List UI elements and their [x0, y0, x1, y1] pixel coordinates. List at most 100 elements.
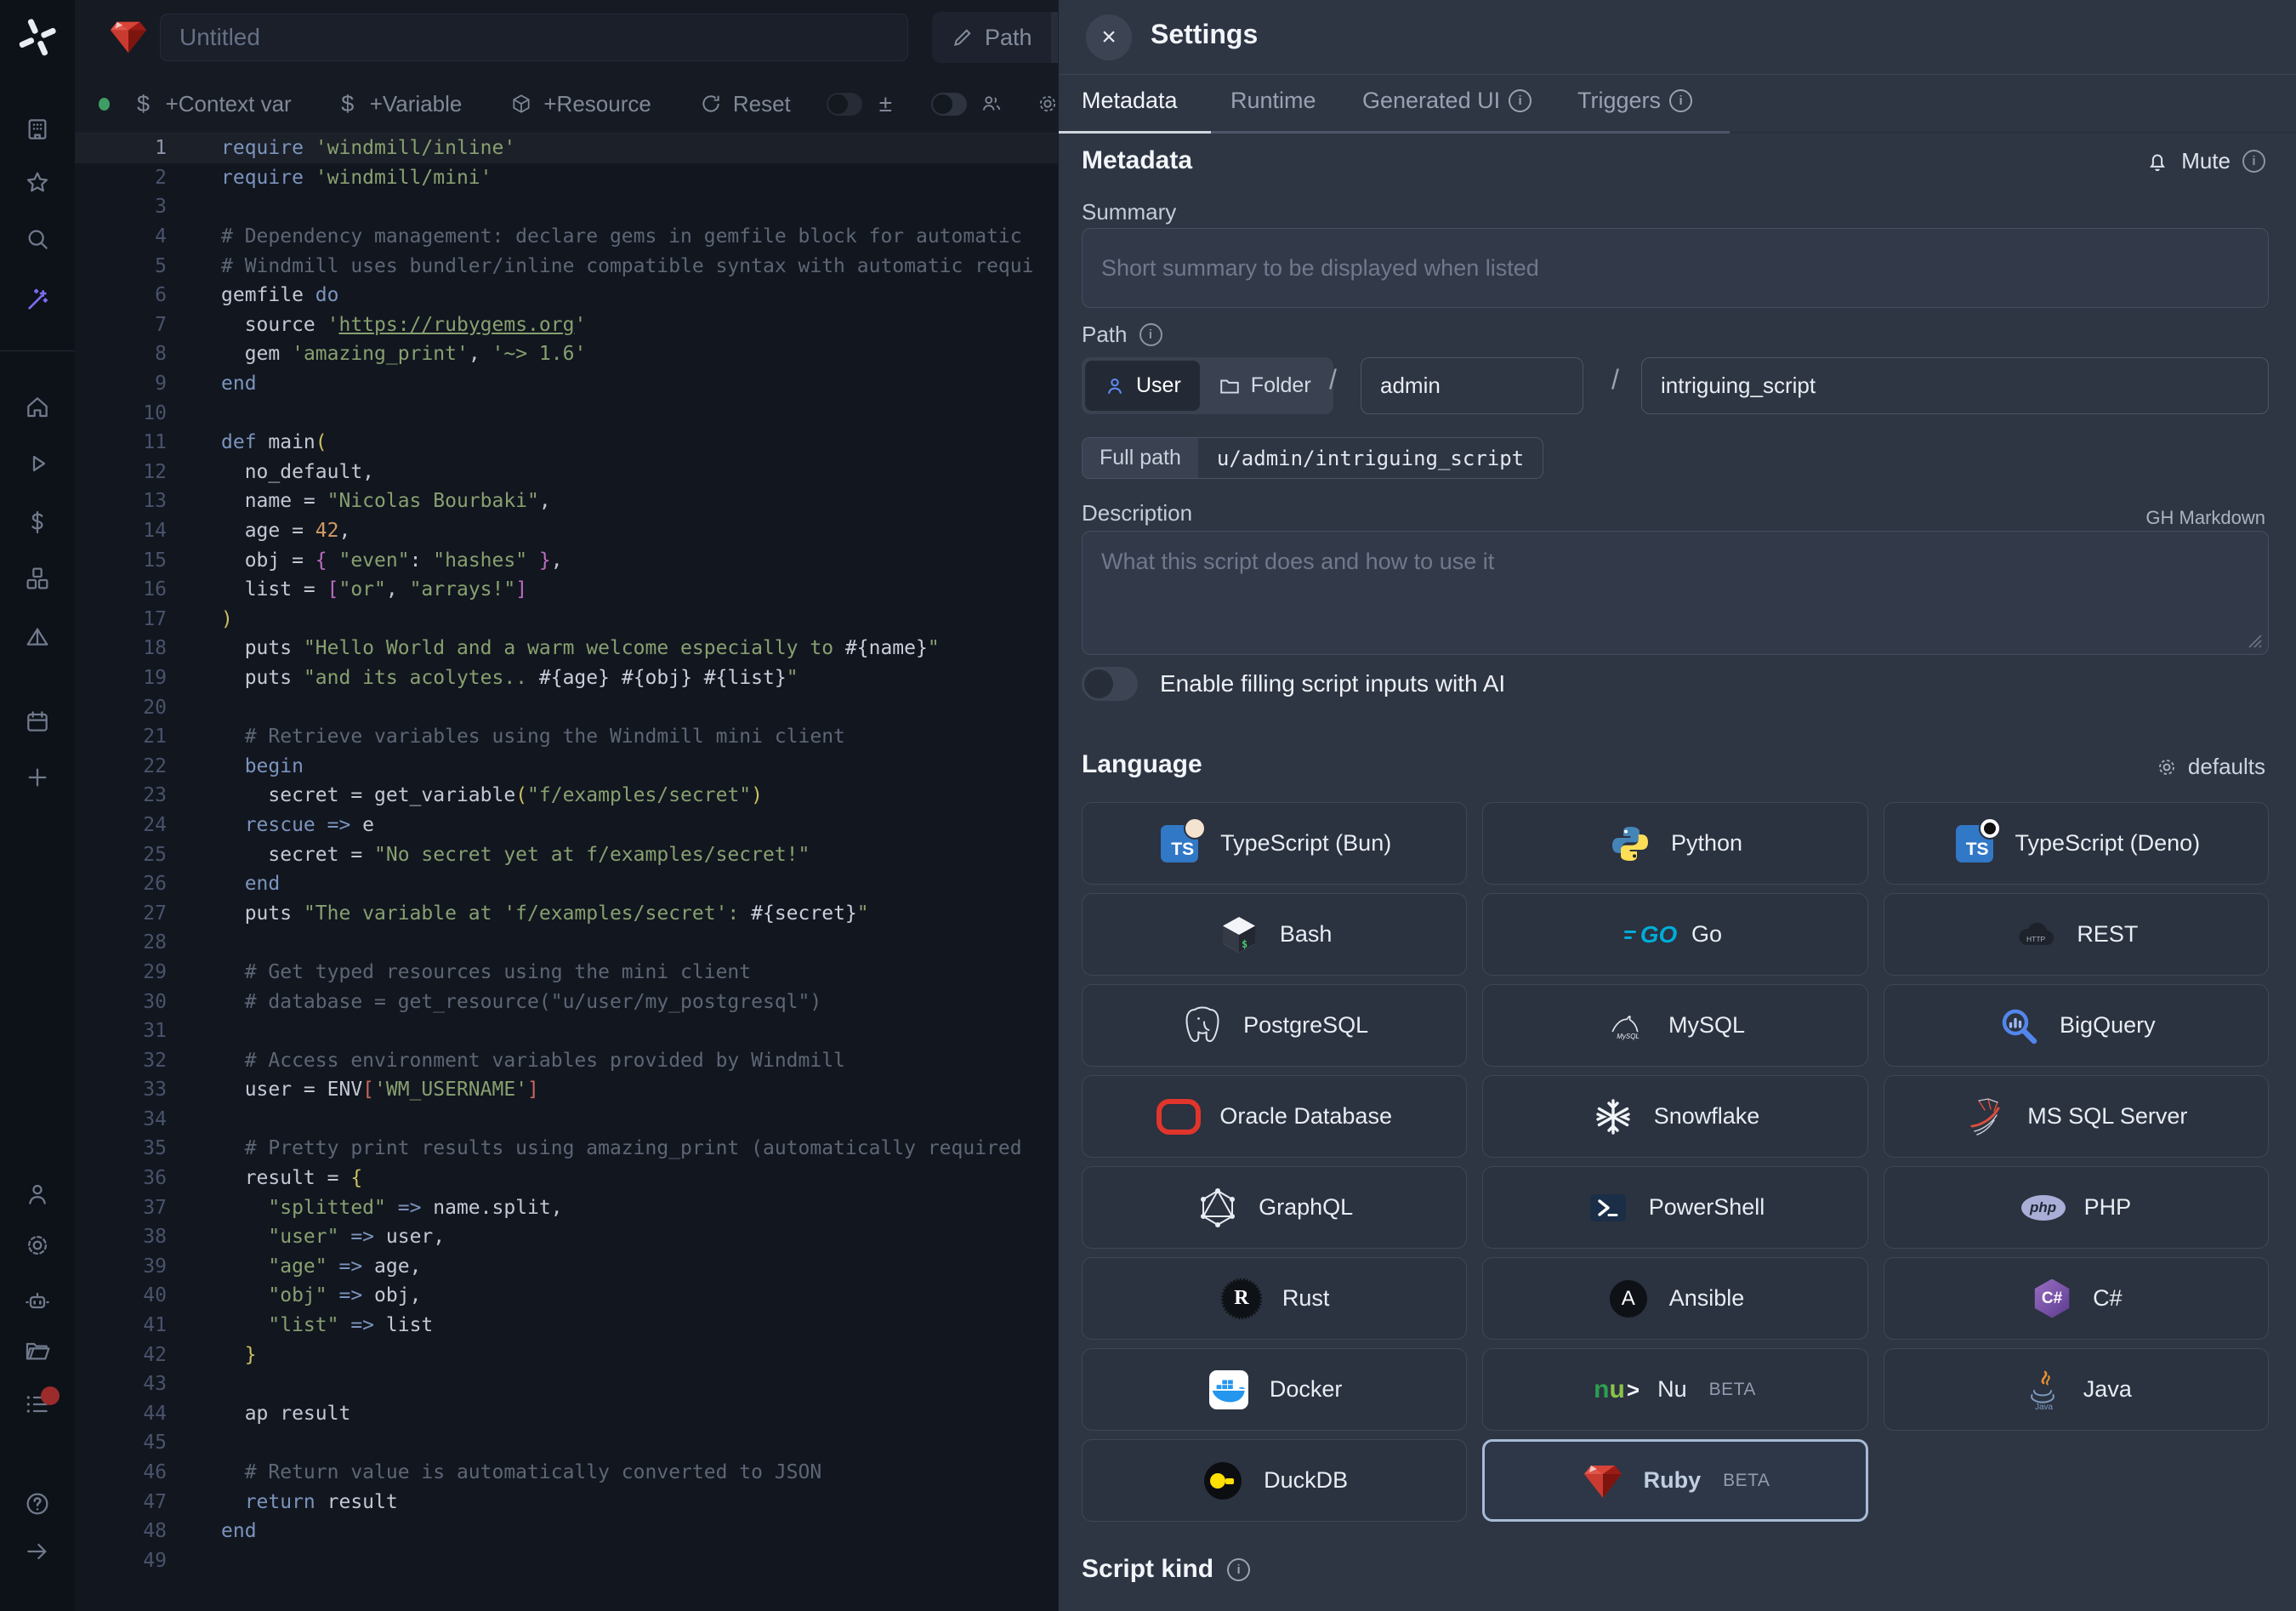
code-line[interactable]: 11def main(: [75, 428, 1059, 458]
language-card-mysql[interactable]: MySQLMySQL: [1482, 984, 1867, 1067]
windmill-logo[interactable]: [17, 17, 58, 58]
code-line[interactable]: 46 # Return value is automatically conve…: [75, 1458, 1059, 1488]
search-icon[interactable]: [24, 225, 51, 253]
editor-settings-gear-icon[interactable]: [1037, 92, 1059, 116]
code-line[interactable]: 35 # Pretty print results using amazing_…: [75, 1134, 1059, 1164]
code-line[interactable]: 39 "age" => age,: [75, 1252, 1059, 1282]
code-line[interactable]: 16 list = ["or", "arrays!"]: [75, 575, 1059, 605]
star-icon[interactable]: [24, 169, 51, 196]
code-line[interactable]: 45: [75, 1428, 1059, 1458]
help-icon[interactable]: [24, 1490, 51, 1517]
code-line[interactable]: 15 obj = { "even": "hashes" },: [75, 545, 1059, 575]
ai-inputs-toggle[interactable]: [1082, 667, 1138, 701]
language-card-python[interactable]: Python: [1482, 802, 1867, 885]
code-line[interactable]: 24 rescue => e: [75, 811, 1059, 840]
code-line[interactable]: 32 # Access environment variables provid…: [75, 1045, 1059, 1075]
code-line[interactable]: 4# Dependency management: declare gems i…: [75, 222, 1059, 252]
language-card-snowflake[interactable]: Snowflake: [1482, 1075, 1867, 1158]
language-card-typescript-deno-[interactable]: TSTypeScript (Deno): [1884, 802, 2269, 885]
language-card-java[interactable]: JavaJava: [1884, 1348, 2269, 1431]
info-icon[interactable]: i: [2242, 150, 2265, 173]
code-line[interactable]: 3: [75, 192, 1059, 222]
code-line[interactable]: 18 puts "Hello World and a warm welcome …: [75, 634, 1059, 663]
code-line[interactable]: 31: [75, 1016, 1059, 1046]
tab-triggers[interactable]: Triggersi: [1577, 88, 1692, 114]
code-line[interactable]: 19 puts "and its acolytes.. #{age} #{obj…: [75, 663, 1059, 693]
code-line[interactable]: 2require 'windmill/mini': [75, 163, 1059, 193]
language-card-bigquery[interactable]: BigQuery: [1884, 984, 2269, 1067]
folder-icon[interactable]: [24, 1337, 51, 1364]
reset-button[interactable]: Reset: [699, 91, 791, 117]
mute-control[interactable]: Mute i: [2145, 148, 2265, 174]
code-line[interactable]: 27 puts "The variable at 'f/examples/sec…: [75, 898, 1059, 928]
resize-handle-icon[interactable]: [2246, 632, 2263, 649]
language-card-ansible[interactable]: AAnsible: [1482, 1257, 1867, 1340]
code-line[interactable]: 49: [75, 1546, 1059, 1576]
info-icon[interactable]: i: [1227, 1558, 1250, 1581]
language-card-graphql[interactable]: GraphQL: [1082, 1166, 1467, 1249]
code-line[interactable]: 37 "splitted" => name.split,: [75, 1193, 1059, 1222]
building-icon[interactable]: [24, 116, 51, 143]
prism-icon[interactable]: [24, 623, 51, 651]
code-line[interactable]: 9end: [75, 369, 1059, 399]
language-card-powershell[interactable]: PowerShell: [1482, 1166, 1867, 1249]
description-textarea[interactable]: What this script does and how to use it: [1082, 531, 2269, 655]
tab-metadata[interactable]: Metadata: [1082, 88, 1178, 114]
language-card-c-[interactable]: C#C#: [1884, 1257, 2269, 1340]
owner-user-option[interactable]: User: [1085, 361, 1200, 411]
add-variable-button[interactable]: $+Variable: [336, 91, 463, 117]
language-defaults-button[interactable]: defaults: [2156, 754, 2265, 780]
language-card-go[interactable]: GOGo: [1482, 893, 1867, 976]
code-line[interactable]: 14 age = 42,: [75, 516, 1059, 546]
code-line[interactable]: 47 return result: [75, 1487, 1059, 1517]
code-line[interactable]: 34: [75, 1105, 1059, 1135]
code-line[interactable]: 26 end: [75, 869, 1059, 899]
language-card-rest[interactable]: HTTPREST: [1884, 893, 2269, 976]
cubes-icon[interactable]: [24, 565, 51, 592]
code-line[interactable]: 13 name = "Nicolas Bourbaki",: [75, 487, 1059, 516]
code-line[interactable]: 8 gem 'amazing_print', '~> 1.6': [75, 339, 1059, 369]
code-line[interactable]: 42 }: [75, 1340, 1059, 1369]
code-line[interactable]: 25 secret = "No secret yet at f/examples…: [75, 840, 1059, 869]
language-card-bash[interactable]: $Bash: [1082, 893, 1467, 976]
code-line[interactable]: 20: [75, 692, 1059, 722]
code-line[interactable]: 48end: [75, 1517, 1059, 1546]
calendar-icon[interactable]: [24, 708, 51, 735]
tab-runtime[interactable]: Runtime: [1230, 88, 1316, 114]
code-line[interactable]: 44 ap result: [75, 1399, 1059, 1429]
path-owner-input[interactable]: admin: [1361, 357, 1583, 414]
code-line[interactable]: 22 begin: [75, 751, 1059, 781]
collab-toggle[interactable]: [931, 93, 967, 116]
user-icon[interactable]: [24, 1181, 51, 1208]
code-line[interactable]: 5# Windmill uses bundler/inline compatib…: [75, 251, 1059, 281]
code-line[interactable]: 10: [75, 398, 1059, 428]
language-card-rust[interactable]: RRust: [1082, 1257, 1467, 1340]
code-line[interactable]: 36 result = {: [75, 1164, 1059, 1193]
code-line[interactable]: 41 "list" => list: [75, 1311, 1059, 1341]
close-icon[interactable]: ×: [1086, 14, 1132, 60]
owner-folder-option[interactable]: Folder: [1200, 361, 1330, 411]
tab-generated-ui[interactable]: Generated UIi: [1362, 88, 1532, 114]
code-editor[interactable]: 1require 'windmill/inline'2require 'wind…: [75, 134, 1059, 1611]
diff-toggle[interactable]: [827, 93, 862, 116]
code-line[interactable]: 38 "user" => user,: [75, 1222, 1059, 1252]
add-context-var-button[interactable]: $+Context var: [132, 91, 292, 117]
code-line[interactable]: 29 # Get typed resources using the mini …: [75, 958, 1059, 988]
robot-icon[interactable]: [24, 1287, 51, 1314]
code-line[interactable]: 1require 'windmill/inline': [75, 134, 1059, 163]
language-card-postgresql[interactable]: PostgreSQL: [1082, 984, 1467, 1067]
script-title-input[interactable]: Untitled: [160, 14, 908, 61]
plus-icon[interactable]: [24, 764, 51, 791]
code-line[interactable]: 6gemfile do: [75, 281, 1059, 310]
owner-kind-toggle[interactable]: User Folder: [1082, 357, 1333, 414]
code-line[interactable]: 17): [75, 605, 1059, 635]
summary-input[interactable]: Short summary to be displayed when liste…: [1082, 228, 2269, 308]
info-icon[interactable]: i: [1139, 323, 1162, 346]
add-resource-button[interactable]: +Resource: [509, 91, 651, 117]
language-card-duckdb[interactable]: DuckDB: [1082, 1439, 1467, 1522]
play-icon[interactable]: [24, 450, 51, 477]
home-icon[interactable]: [24, 394, 51, 421]
language-card-typescript-bun-[interactable]: TSTypeScript (Bun): [1082, 802, 1467, 885]
code-line[interactable]: 28: [75, 928, 1059, 958]
language-card-ms-sql-server[interactable]: MS SQL Server: [1884, 1075, 2269, 1158]
